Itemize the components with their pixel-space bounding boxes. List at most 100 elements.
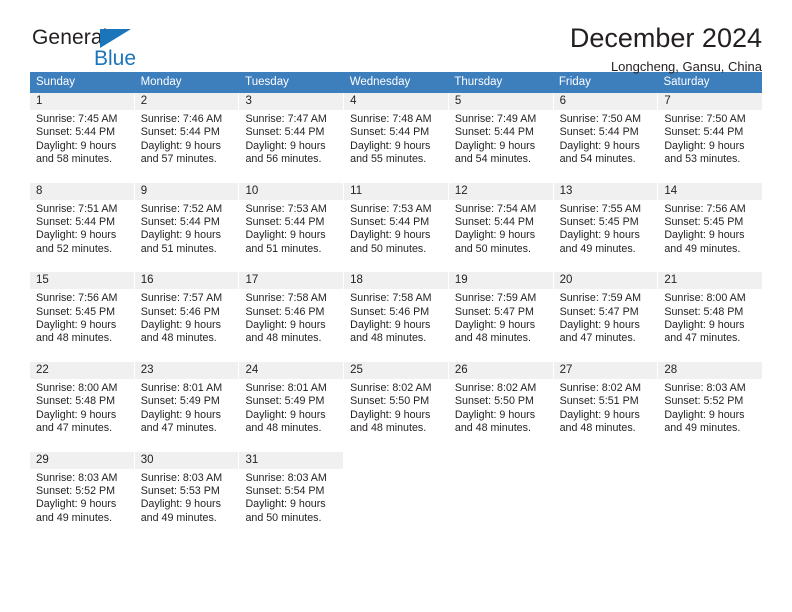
calendar-day-cell[interactable]: 17 Sunrise: 7:58 AM Sunset: 5:46 PM Dayligh… <box>239 272 345 354</box>
day-number: 5 <box>448 93 553 110</box>
day-details: Sunrise: 7:51 AM Sunset: 5:44 PM Daylight:… <box>30 200 134 265</box>
calendar-day-cell[interactable]: 31 Sunrise: 8:03 AM Sunset: 5:54 PM Dayligh… <box>239 451 345 534</box>
calendar-day-cell[interactable]: 8 Sunrise: 7:51 AM Sunset: 5:44 PM Daylight… <box>30 182 135 265</box>
calendar-day-cell[interactable]: 13 Sunrise: 7:55 AM Sunset: 5:45 PM Dayligh… <box>553 182 659 265</box>
calendar-day-cell[interactable]: 24 Sunrise: 8:01 AM Sunset: 5:49 PM Dayligh… <box>239 361 345 444</box>
day-number: 11 <box>344 182 448 200</box>
day-detail-line: Sunset: 5:52 PM <box>664 395 744 408</box>
day-details: Sunrise: 8:03 AM Sunset: 5:52 PM Daylight:… <box>658 379 762 444</box>
day-detail-line: and 48 minutes. <box>245 332 322 345</box>
day-detail-line: and 56 minutes. <box>245 153 322 166</box>
day-detail-line: Sunset: 5:46 PM <box>350 305 430 318</box>
day-details: Sunrise: 8:01 AM Sunset: 5:49 PM Daylight:… <box>239 379 343 444</box>
day-details: Sunrise: 7:54 AM Sunset: 5:44 PM Daylight:… <box>449 200 553 265</box>
calendar-day-cell[interactable]: 9 Sunrise: 7:52 AM Sunset: 5:44 PM Daylight… <box>134 182 240 265</box>
day-number: 16 <box>134 272 239 290</box>
calendar-day-cell[interactable]: 6 Sunrise: 7:50 AM Sunset: 5:44 PM Daylight… <box>553 93 659 175</box>
calendar-day-cell[interactable]: 27 Sunrise: 8:02 AM Sunset: 5:51 PM Dayligh… <box>553 361 659 444</box>
day-detail-line: Sunrise: 7:53 AM <box>350 202 432 215</box>
calendar-day-cell[interactable]: 16 Sunrise: 7:57 AM Sunset: 5:46 PM Dayligh… <box>134 272 240 354</box>
weekday-header-monday: Monday <box>140 76 182 88</box>
calendar-week-row: 29 Sunrise: 8:03 AM Sunset: 5:52 PM Dayligh… <box>30 451 763 534</box>
calendar-day-cell[interactable]: 1 Sunrise: 7:45 AM Sunset: 5:44 PM Daylight… <box>30 93 135 175</box>
day-details: Sunrise: 7:53 AM Sunset: 5:44 PM Daylight:… <box>239 200 343 265</box>
day-detail-line: Daylight: 9 hours <box>140 319 221 332</box>
day-detail-line: Sunrise: 7:57 AM <box>140 292 223 305</box>
day-detail-line: Sunset: 5:48 PM <box>664 305 744 318</box>
calendar-day-cell[interactable]: 29 Sunrise: 8:03 AM Sunset: 5:52 PM Dayligh… <box>30 451 135 534</box>
day-details: Sunrise: 8:02 AM Sunset: 5:50 PM Daylight:… <box>449 379 553 444</box>
calendar-day-cell[interactable]: 12 Sunrise: 7:54 AM Sunset: 5:44 PM Dayligh… <box>448 182 554 265</box>
day-detail-line: Daylight: 9 hours <box>36 139 117 152</box>
day-number: 17 <box>239 272 344 290</box>
calendar-day-cell[interactable]: 14 Sunrise: 7:56 AM Sunset: 5:45 PM Dayligh… <box>658 182 763 265</box>
day-detail-line: Daylight: 9 hours <box>454 139 536 152</box>
calendar-day-cell[interactable]: 22 Sunrise: 8:00 AM Sunset: 5:48 PM Dayligh… <box>30 361 135 444</box>
calendar-day-cell[interactable]: 19 Sunrise: 7:59 AM Sunset: 5:47 PM Dayligh… <box>448 272 554 354</box>
day-details: Sunrise: 8:02 AM Sunset: 5:50 PM Daylight:… <box>344 379 448 444</box>
day-detail-line: Daylight: 9 hours <box>140 408 221 421</box>
day-detail-line: and 54 minutes. <box>559 153 636 166</box>
day-details: Sunrise: 7:50 AM Sunset: 5:44 PM Daylight:… <box>554 110 658 175</box>
day-detail-line: Daylight: 9 hours <box>245 408 326 421</box>
day-detail-line: and 47 minutes. <box>664 332 741 345</box>
day-detail-line: and 48 minutes. <box>454 332 531 345</box>
day-detail-line: and 52 minutes. <box>36 242 113 255</box>
day-detail-line: Sunset: 5:45 PM <box>664 216 744 229</box>
day-detail-line: Sunrise: 8:03 AM <box>245 471 327 484</box>
day-detail-line: Sunrise: 7:52 AM <box>140 202 223 215</box>
day-detail-line: Sunrise: 7:51 AM <box>36 202 118 215</box>
day-details: Sunrise: 7:58 AM Sunset: 5:46 PM Daylight:… <box>344 289 448 354</box>
calendar-day-cell[interactable]: 7 Sunrise: 7:50 AM Sunset: 5:44 PM Daylight… <box>658 93 763 175</box>
calendar-day-cell[interactable]: 5 Sunrise: 7:49 AM Sunset: 5:44 PM Daylight… <box>448 93 554 175</box>
day-details: Sunrise: 7:57 AM Sunset: 5:46 PM Daylight:… <box>135 289 239 354</box>
day-details: Sunrise: 7:48 AM Sunset: 5:44 PM Daylight:… <box>344 110 448 175</box>
day-detail-line: Daylight: 9 hours <box>36 229 117 242</box>
calendar-day-cell[interactable]: 23 Sunrise: 8:01 AM Sunset: 5:49 PM Dayligh… <box>134 361 240 444</box>
day-detail-line: and 53 minutes. <box>664 153 741 166</box>
day-number: 8 <box>30 182 134 200</box>
calendar-day-cell[interactable]: 11 Sunrise: 7:53 AM Sunset: 5:44 PM Dayligh… <box>344 182 449 265</box>
calendar-day-cell-empty <box>553 451 659 534</box>
week-separator <box>30 444 762 452</box>
calendar-day-cell[interactable]: 21 Sunrise: 8:00 AM Sunset: 5:48 PM Dayligh… <box>658 272 763 354</box>
calendar-day-cell[interactable]: 15 Sunrise: 7:56 AM Sunset: 5:45 PM Dayligh… <box>30 272 135 354</box>
day-detail-line: Sunrise: 8:01 AM <box>245 381 327 394</box>
day-detail-line: and 49 minutes. <box>36 511 113 524</box>
calendar-day-cell[interactable]: 10 Sunrise: 7:53 AM Sunset: 5:44 PM Dayligh… <box>239 182 345 265</box>
calendar-table: Sunday Monday Tuesday Wednesday Thursday Frid… <box>30 72 763 534</box>
calendar-day-cell[interactable]: 28 Sunrise: 8:03 AM Sunset: 5:52 PM Dayligh… <box>658 361 763 444</box>
day-detail-line: Sunset: 5:44 PM <box>664 126 744 139</box>
day-detail-line: Daylight: 9 hours <box>245 139 326 152</box>
calendar-day-cell[interactable]: 3 Sunrise: 7:47 AM Sunset: 5:44 PM Daylight… <box>239 93 345 175</box>
day-number: 20 <box>553 272 658 290</box>
day-detail-line: Daylight: 9 hours <box>140 498 221 511</box>
day-detail-line: and 48 minutes. <box>350 332 427 345</box>
calendar-day-cell-empty <box>448 451 554 534</box>
day-number: 2 <box>134 93 239 110</box>
day-number: 29 <box>30 451 134 469</box>
week-separator <box>30 175 762 183</box>
day-detail-line: and 50 minutes. <box>454 242 531 255</box>
day-detail-line: and 48 minutes. <box>36 332 113 345</box>
calendar-day-cell[interactable]: 25 Sunrise: 8:02 AM Sunset: 5:50 PM Dayligh… <box>344 361 449 444</box>
day-number: 18 <box>344 272 448 290</box>
calendar-day-cell[interactable]: 2 Sunrise: 7:46 AM Sunset: 5:44 PM Daylight… <box>134 93 240 175</box>
calendar-day-cell[interactable]: 30 Sunrise: 8:03 AM Sunset: 5:53 PM Dayligh… <box>134 451 240 534</box>
calendar-day-cell[interactable]: 4 Sunrise: 7:48 AM Sunset: 5:44 PM Daylight… <box>344 93 449 175</box>
day-detail-line: Daylight: 9 hours <box>140 229 221 242</box>
day-number: 13 <box>553 182 658 200</box>
calendar-day-cell[interactable]: 20 Sunrise: 7:59 AM Sunset: 5:47 PM Dayligh… <box>553 272 659 354</box>
day-detail-line: Daylight: 9 hours <box>664 408 745 421</box>
brand-logo[interactable]: General Blue <box>32 26 272 74</box>
calendar-day-cell[interactable]: 26 Sunrise: 8:02 AM Sunset: 5:50 PM Dayligh… <box>448 361 554 444</box>
day-details: Sunrise: 7:56 AM Sunset: 5:45 PM Daylight:… <box>658 200 762 265</box>
title-block: December 2024 Longcheng, Gansu, China <box>570 22 762 76</box>
day-detail-line: Sunset: 5:44 PM <box>559 126 639 139</box>
day-detail-line: Daylight: 9 hours <box>245 229 326 242</box>
day-detail-line: Sunset: 5:45 PM <box>36 305 116 318</box>
calendar-day-cell[interactable]: 18 Sunrise: 7:58 AM Sunset: 5:46 PM Dayligh… <box>344 272 449 354</box>
day-number: 24 <box>239 361 344 379</box>
day-detail-line: and 48 minutes. <box>140 332 217 345</box>
calendar-week-row: 8 Sunrise: 7:51 AM Sunset: 5:44 PM Daylight… <box>30 182 763 266</box>
